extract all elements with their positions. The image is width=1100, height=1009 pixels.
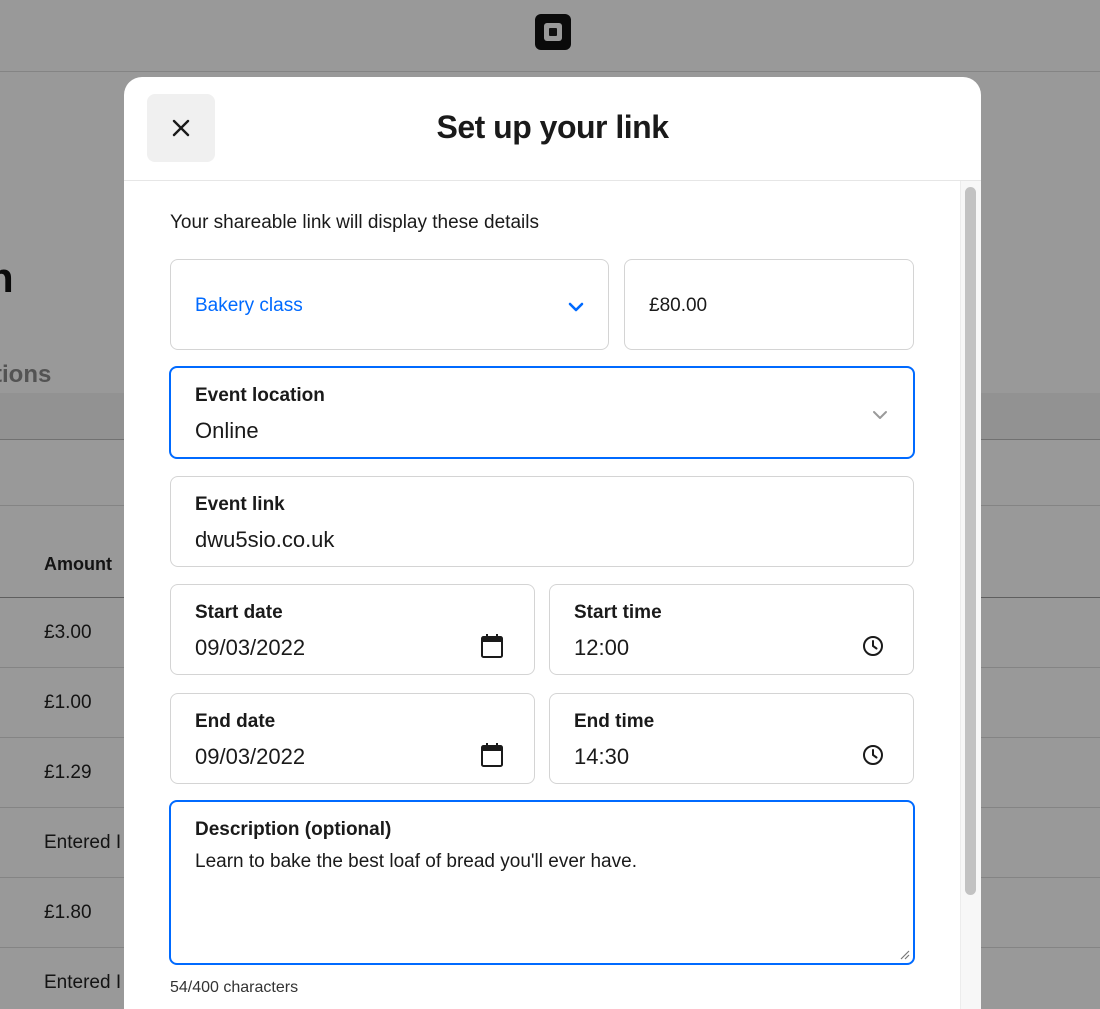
description-label: Description (optional): [195, 819, 392, 840]
chevron-down-icon: [871, 408, 889, 422]
end-time-value: 14:30: [574, 744, 630, 769]
end-date-input[interactable]: End date 09/03/2022: [170, 693, 535, 784]
event-location-label: Event location: [195, 385, 325, 406]
event-link-value: dwu5sio.co.uk: [195, 527, 335, 552]
start-date-value: 09/03/2022: [195, 635, 306, 660]
event-location-value: Online: [195, 418, 259, 443]
price-value: £80.00: [649, 295, 708, 316]
description-textarea[interactable]: Description (optional) Learn to bake the…: [169, 800, 915, 965]
end-time-label: End time: [574, 711, 655, 732]
calendar-icon[interactable]: [480, 742, 504, 768]
modal-header: Set up your link: [124, 77, 981, 181]
price-input[interactable]: £80.00: [624, 259, 914, 350]
modal-title: Set up your link: [436, 109, 669, 145]
item-select-value: Bakery class: [195, 295, 303, 316]
start-time-input[interactable]: Start time 12:00: [549, 584, 914, 675]
setup-link-modal: Set up your link Your shareable link wil…: [124, 77, 981, 1009]
clock-icon[interactable]: [862, 744, 884, 766]
calendar-icon[interactable]: [480, 633, 504, 659]
scrollbar[interactable]: [960, 181, 981, 1009]
end-date-value: 09/03/2022: [195, 744, 306, 769]
event-location-select[interactable]: Event location Online: [169, 366, 915, 459]
description-value: Learn to bake the best loaf of bread you…: [195, 851, 637, 872]
chevron-down-icon: [567, 300, 585, 314]
item-select[interactable]: Bakery class: [170, 259, 609, 350]
start-date-label: Start date: [195, 602, 283, 623]
event-link-input[interactable]: Event link dwu5sio.co.uk: [170, 476, 914, 567]
scrollbar-thumb[interactable]: [965, 187, 976, 895]
start-date-input[interactable]: Start date 09/03/2022: [170, 584, 535, 675]
clock-icon[interactable]: [862, 635, 884, 657]
end-time-input[interactable]: End time 14:30: [549, 693, 914, 784]
event-link-label: Event link: [195, 494, 285, 515]
start-time-label: Start time: [574, 602, 662, 623]
start-time-value: 12:00: [574, 635, 630, 660]
character-count: 54/400 characters: [170, 979, 299, 996]
end-date-label: End date: [195, 711, 276, 732]
resize-handle-icon[interactable]: [898, 948, 910, 960]
intro-text: Your shareable link will display these d…: [170, 212, 539, 233]
